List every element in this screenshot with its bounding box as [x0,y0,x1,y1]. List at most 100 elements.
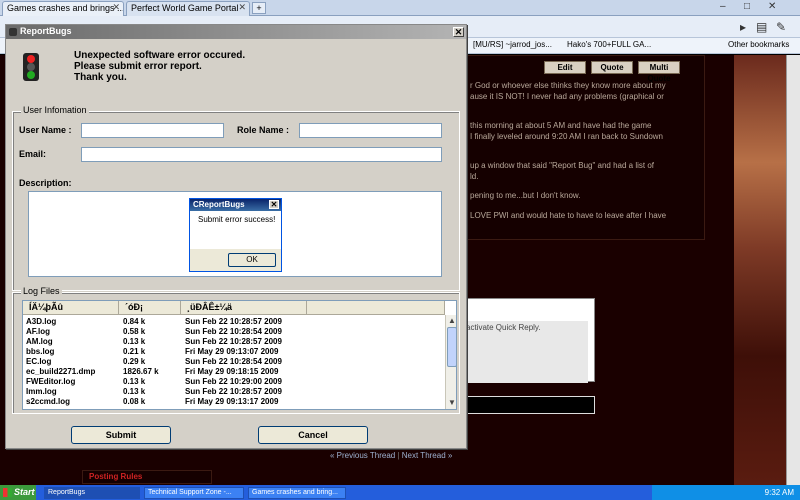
scroll-down-icon[interactable]: ▼ [446,397,456,409]
quote-button[interactable]: Quote [591,61,633,74]
dialog-title: ReportBugs [20,26,72,36]
table-row[interactable]: FWEditor.log 0.13 k Sun Feb 22 10:29:00 20… [23,377,443,387]
post-text-line: up a window that said "Report Bug" and h… [470,161,655,170]
table-row[interactable]: AF.log 0.58 k Sun Feb 22 10:28:54 2009 [23,327,443,337]
task-label: Games crashes and bring... [252,489,338,496]
file-size: 0.84 k [123,317,146,326]
browser-tab-active[interactable]: Games crashes and brings ... ✕ [2,1,124,16]
traffic-light-icon [23,53,39,81]
table-row[interactable]: s2ccmd.log 0.08 k Fri May 29 09:13:17 2009 [23,397,443,407]
thread-navigation: « Previous Thread | Next Thread » [330,451,452,460]
previous-thread-link[interactable]: « Previous Thread [330,451,395,460]
file-time: Sun Feb 22 10:28:57 2009 [185,337,282,346]
log-files-legend: Log Files [21,286,62,296]
popup-title-bar[interactable]: CReportBugs ✕ [190,199,281,211]
file-time: Sun Feb 22 10:28:54 2009 [185,327,282,336]
scroll-up-icon[interactable]: ▲ [446,315,456,327]
table-row[interactable]: ec_build2271.dmp 1826.67 k Fri May 29 09:1… [23,367,443,377]
column-header-name[interactable]: ÍÄ¼þÃû [23,301,119,315]
user-info-legend: User Infomation [21,105,89,115]
posting-rules-box: Posting Rules [82,470,212,484]
table-row[interactable]: EC.log 0.29 k Sun Feb 22 10:28:54 2009 [23,357,443,367]
chevron-down-icon[interactable]: ▸ [740,20,746,34]
browser-tab-portal[interactable]: Perfect World Game Portal ✕ [126,1,250,16]
close-icon[interactable]: ✕ [238,2,246,13]
quick-reply-box[interactable]: activate Quick Reply. [465,298,595,383]
start-label: Start [14,487,35,497]
minimize-icon[interactable]: – [720,1,726,12]
user-name-input[interactable] [81,123,224,138]
system-tray: 9:32 AM [652,485,800,500]
file-time: Fri May 29 09:13:17 2009 [185,397,279,406]
file-name: bbs.log [26,347,55,356]
file-name: AM.log [26,337,53,346]
file-name: Imm.log [26,387,57,396]
taskbar-item-support[interactable]: Technical Support Zone -... [144,487,244,499]
scroll-thumb[interactable] [447,327,456,367]
log-file-list[interactable]: ÍÄ¼þÃû ´óÐ¡ ¸üÐÂÊ±¼ä A3D.log 0.84 k Sun Fe… [22,300,457,410]
quick-reply-text: activate Quick Reply. [466,323,541,332]
file-time: Fri May 29 09:13:07 2009 [185,347,279,356]
file-size: 0.58 k [123,327,146,336]
start-button[interactable]: Start [0,485,36,500]
post-text-line: this morning at about 5 AM and have had … [470,121,652,130]
role-name-input[interactable] [299,123,442,138]
column-header-modified[interactable]: ¸üÐÂÊ±¼ä [181,301,307,315]
user-name-label: User Name : [19,125,72,135]
taskbar-item-games[interactable]: Games crashes and bring... [248,487,346,499]
file-size: 0.13 k [123,377,146,386]
windows-logo-icon [3,488,12,497]
tab-label: Perfect World Game Portal [131,3,239,13]
clock[interactable]: 9:32 AM [765,488,794,497]
post-text-line: I finally leveled around 9:20 AM I ran b… [470,132,664,141]
window-close-icon[interactable]: ✕ [768,1,776,12]
table-row[interactable]: Imm.log 0.13 k Sun Feb 22 10:28:57 2009 [23,387,443,397]
cancel-button[interactable]: Cancel [258,426,368,444]
file-time: Sun Feb 22 10:28:54 2009 [185,357,282,366]
close-icon[interactable]: ✕ [453,27,464,37]
bookmark-item[interactable]: [MU/RS] ~jarrod_jos... [473,40,552,49]
page-menu-icon[interactable]: ▤ [756,20,767,34]
bookmark-item[interactable]: Hako's 700+FULL GA... [567,40,651,49]
post-text-line: ld. [470,172,479,181]
file-name: s2ccmd.log [26,397,71,406]
wrench-icon[interactable]: ✎ [776,20,786,34]
submit-button[interactable]: Submit [71,426,171,444]
maximize-icon[interactable]: □ [744,1,750,12]
error-message-line: Please submit error report. [74,61,202,72]
new-tab-button[interactable]: + [252,2,266,14]
file-size: 1826.67 k [123,367,159,376]
close-icon[interactable]: ✕ [112,2,120,13]
file-time: Sun Feb 22 10:29:00 2009 [185,377,282,386]
table-row[interactable]: AM.log 0.13 k Sun Feb 22 10:28:57 2009 [23,337,443,347]
file-name: EC.log [26,357,52,366]
bookmark-other[interactable]: Other bookmarks [728,40,789,49]
vertical-scrollbar[interactable]: ▲ ▼ [445,315,456,409]
next-thread-link[interactable]: Next Thread » [402,451,453,460]
multi-quote-button[interactable]: Multi Quote [638,61,680,83]
app-icon [9,28,17,36]
popup-title: CReportBugs [193,200,245,209]
file-size: 0.13 k [123,387,146,396]
file-size: 0.13 k [123,337,146,346]
post-text-line: LOVE PWI and would hate to have to leave… [470,211,667,220]
ok-button[interactable]: OK [228,253,276,267]
email-label: Email: [19,149,47,159]
dialog-title-bar[interactable]: ReportBugs ✕ [6,25,466,39]
browser-tab-strip: Games crashes and brings ... ✕ Perfect W… [0,0,800,16]
file-name: FWEditor.log [26,377,76,386]
post-text-line: ause it IS NOT! I never had any problems… [470,92,664,101]
error-message-line: Unexpected software error occured. [74,50,246,61]
file-size: 0.08 k [123,397,146,406]
table-row[interactable]: bbs.log 0.21 k Fri May 29 09:13:07 2009 [23,347,443,357]
page-scrollbar[interactable] [786,55,800,485]
email-input[interactable] [81,147,442,162]
tab-label: Games crashes and brings ... [7,3,124,13]
close-icon[interactable]: ✕ [269,200,279,209]
column-header-size[interactable]: ´óÐ¡ [119,301,181,315]
taskbar-item-reportbugs[interactable]: ReportBugs [44,487,140,499]
edit-button[interactable]: Edit [544,61,586,74]
file-name: A3D.log [26,317,57,326]
table-row[interactable]: A3D.log 0.84 k Sun Feb 22 10:28:57 2009 [23,317,443,327]
quick-reply-input[interactable] [465,396,595,414]
